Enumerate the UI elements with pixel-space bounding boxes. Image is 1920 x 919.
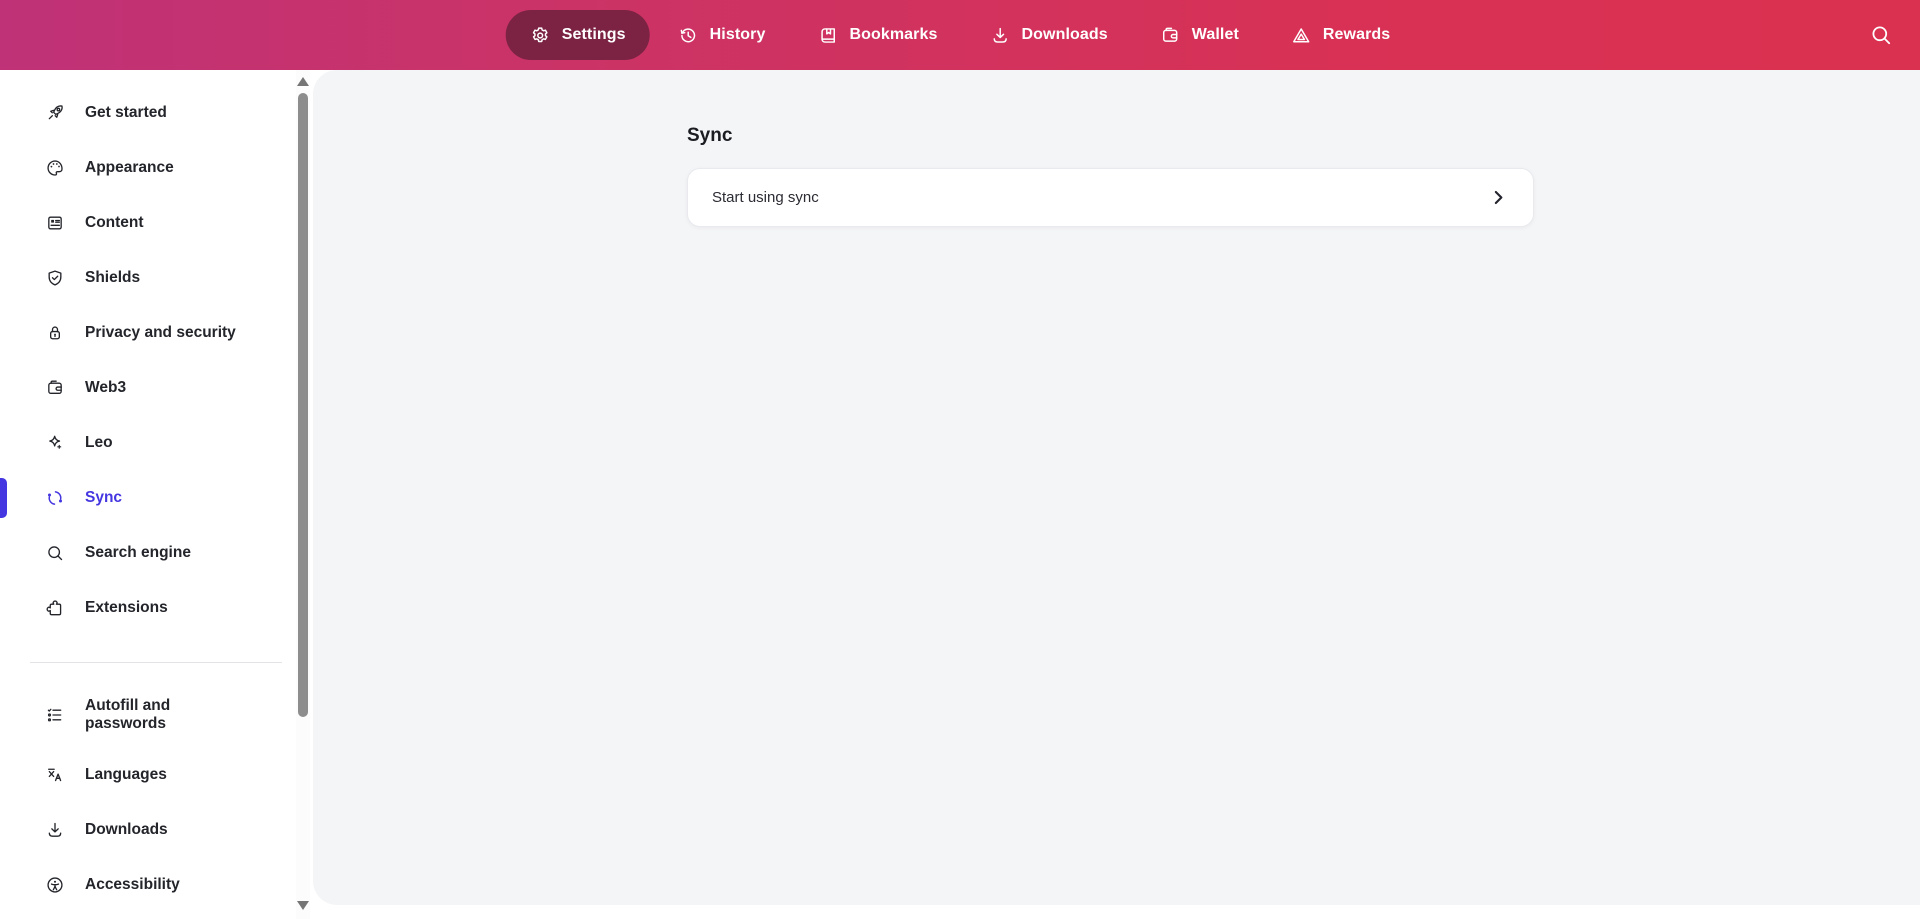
search-icon — [45, 543, 65, 563]
nav-bookmarks[interactable]: Bookmarks — [793, 10, 961, 60]
sidebar-item-label: Web3 — [85, 379, 127, 397]
sidebar-item-languages[interactable]: Languages — [0, 753, 294, 797]
sidebar-item-extensions[interactable]: Extensions — [0, 586, 294, 630]
sidebar-item-label: Privacy and security — [85, 324, 236, 342]
nav-label: Bookmarks — [849, 26, 938, 43]
sidebar-item-privacy-security[interactable]: Privacy and security — [0, 311, 294, 355]
settings-sidebar: Get started Appearance Content Shields P… — [0, 70, 313, 919]
sidebar-item-label: Extensions — [85, 599, 168, 617]
sync-icon — [45, 488, 65, 508]
sidebar-item-label: Languages — [85, 766, 167, 784]
bookmarks-book-icon — [817, 25, 838, 46]
chevron-right-icon — [1490, 189, 1507, 206]
sidebar-divider — [30, 662, 282, 663]
sidebar-item-label: Appearance — [85, 159, 174, 177]
sidebar-item-label: Accessibility — [85, 876, 180, 894]
nav-history[interactable]: History — [654, 10, 790, 60]
translate-icon — [45, 765, 65, 785]
nav-label: Downloads — [1021, 26, 1108, 43]
sidebar-item-downloads[interactable]: Downloads — [0, 808, 294, 852]
sidebar-item-leo[interactable]: Leo — [0, 421, 294, 465]
active-indicator-bar — [0, 478, 7, 518]
sidebar-item-content[interactable]: Content — [0, 201, 294, 245]
nav-rewards[interactable]: Rewards — [1267, 10, 1414, 60]
sidebar-item-shields[interactable]: Shields — [0, 256, 294, 300]
history-clock-icon — [678, 25, 699, 46]
sidebar-item-label: Sync — [85, 489, 123, 507]
sidebar-item-label: Leo — [85, 434, 113, 452]
sidebar-item-label: Autofill and passwords — [85, 697, 171, 732]
sidebar-item-label: Get started — [85, 104, 167, 122]
start-using-sync-row[interactable]: Start using sync — [687, 168, 1534, 227]
checklist-icon — [45, 705, 65, 725]
accessibility-icon — [45, 875, 65, 895]
sidebar-item-accessibility[interactable]: Accessibility — [0, 863, 294, 907]
page-title: Sync — [687, 125, 733, 146]
puzzle-icon — [45, 598, 65, 618]
scrollbar-thumb[interactable] — [298, 93, 308, 717]
nav-wallet[interactable]: Wallet — [1136, 10, 1263, 60]
palette-icon — [45, 158, 65, 178]
scroll-down-arrow-icon[interactable] — [297, 901, 309, 910]
nav-downloads[interactable]: Downloads — [966, 10, 1132, 60]
sidebar-item-get-started[interactable]: Get started — [0, 91, 294, 135]
sidebar-item-label: Shields — [85, 269, 141, 287]
scroll-up-arrow-icon[interactable] — [297, 77, 309, 86]
download-icon — [45, 820, 65, 840]
settings-content-panel: Sync Start using sync — [313, 70, 1920, 905]
sidebar-item-label: Search engine — [85, 544, 191, 562]
nav-label: History — [709, 26, 766, 43]
search-icon[interactable] — [1868, 23, 1894, 49]
top-nav: Settings History Bookmarks Downloads Wal… — [505, 0, 1415, 70]
wallet-icon — [1160, 25, 1181, 46]
wallet-icon — [45, 378, 65, 398]
rocket-icon — [45, 103, 65, 123]
gear-icon — [530, 25, 551, 46]
sidebar-item-autofill-passwords[interactable]: Autofill and passwords — [0, 684, 294, 746]
sidebar-item-label: Downloads — [85, 821, 168, 839]
bat-triangle-icon — [1291, 25, 1312, 46]
sidebar-item-appearance[interactable]: Appearance — [0, 146, 294, 190]
sidebar-item-web3[interactable]: Web3 — [0, 366, 294, 410]
sidebar-scrollbar[interactable] — [296, 70, 310, 919]
sidebar-item-sync[interactable]: Sync — [0, 476, 294, 520]
content-window-icon — [45, 213, 65, 233]
start-using-sync-label: Start using sync — [712, 189, 819, 206]
sidebar-item-search-engine[interactable]: Search engine — [0, 531, 294, 575]
shield-check-icon — [45, 268, 65, 288]
lock-icon — [45, 323, 65, 343]
top-nav-bar: Settings History Bookmarks Downloads Wal… — [0, 0, 1920, 70]
nav-label: Rewards — [1322, 26, 1391, 43]
sparkle-icon — [45, 433, 65, 453]
nav-settings[interactable]: Settings — [505, 10, 650, 60]
nav-label: Settings — [561, 26, 626, 43]
nav-label: Wallet — [1191, 26, 1239, 43]
sidebar-item-label: Content — [85, 214, 144, 232]
download-icon — [990, 25, 1011, 46]
